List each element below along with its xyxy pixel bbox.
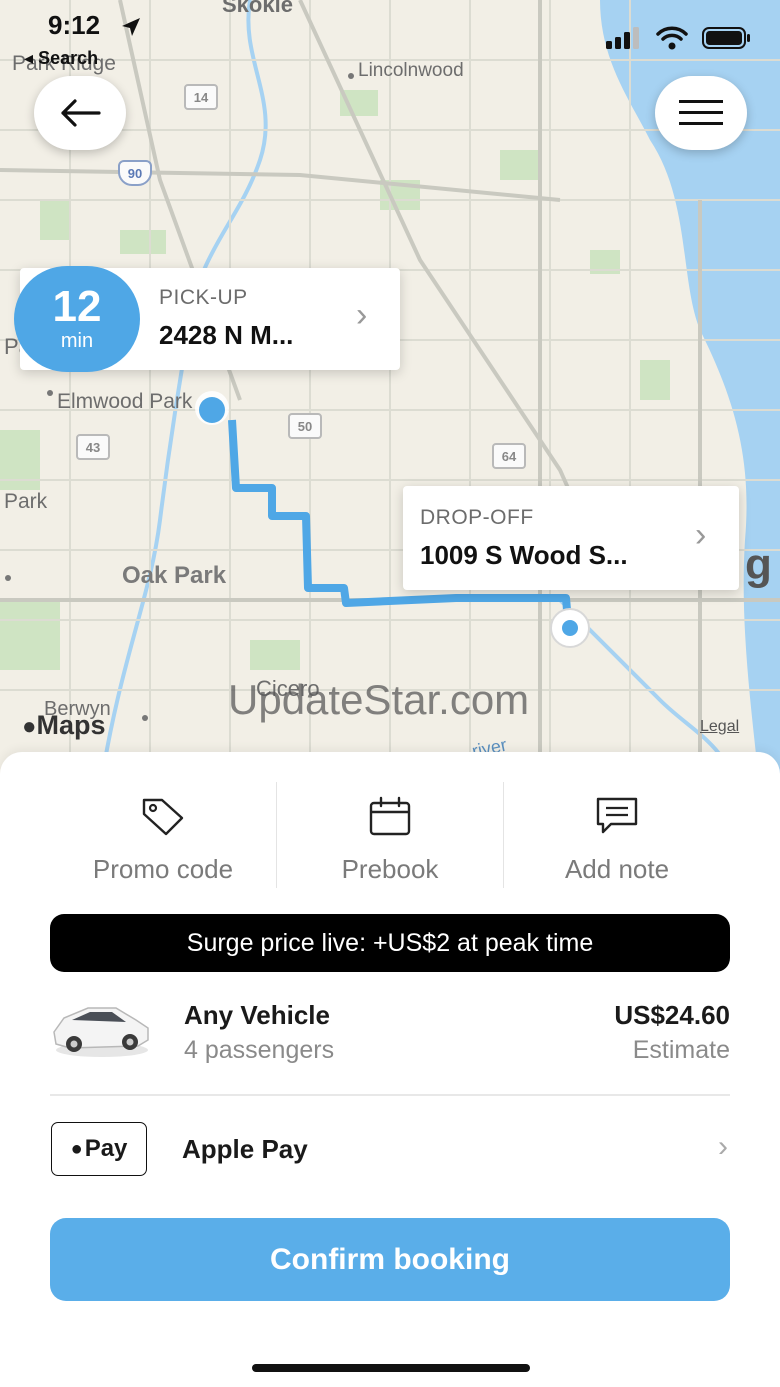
status-time: 9:12 [48, 10, 101, 40]
highway-43-shield: 43 [76, 434, 110, 460]
tag-icon [142, 798, 184, 836]
apple-logo-icon: ● [70, 1137, 83, 1160]
dropoff-address: 1009 S Wood S... [420, 540, 628, 570]
eta-unit: min [60, 330, 94, 352]
vehicle-price: US$24.60 [614, 1000, 730, 1030]
status-back-label: Search [38, 48, 99, 68]
place-elmwood-park: Elmwood Park [57, 390, 193, 413]
vehicle-row[interactable]: Any Vehicle 4 passengers US$24.60 Estima… [50, 992, 730, 1092]
watermark: UpdateStar.com [228, 676, 530, 723]
cellular-signal-icon [606, 27, 639, 49]
dropoff-card[interactable]: DROP-OFF 1009 S Wood S... › [403, 486, 739, 590]
surge-banner: Surge price live: +US$2 at peak time [50, 914, 730, 972]
place-lincolnwood: Lincolnwood [358, 60, 464, 81]
apple-logo-icon: ● [22, 713, 37, 740]
eta-badge: 12 min [14, 266, 140, 372]
dropoff-chevron-icon: › [695, 516, 707, 554]
place-chicago-fragment: g [745, 540, 772, 589]
eta-value: 12 [52, 282, 102, 331]
arrow-left-icon [61, 99, 101, 127]
prebook-label: Prebook [341, 854, 439, 884]
promo-code-button[interactable]: Promo code [50, 782, 276, 888]
apple-pay-badge-text: Pay [84, 1135, 128, 1162]
status-icons [606, 26, 752, 50]
prebook-button[interactable]: Prebook [276, 782, 503, 888]
back-button[interactable] [34, 76, 126, 150]
status-back-link[interactable]: ◂ Search [24, 48, 98, 69]
booking-sheet: Promo code Prebook Add note Surge price … [0, 752, 780, 1387]
home-indicator [252, 1364, 530, 1372]
divider [50, 1094, 730, 1096]
payment-method-row[interactable]: ● Pay Apple Pay › [50, 1120, 730, 1180]
dropoff-label: DROP-OFF [420, 506, 534, 529]
map-view[interactable]: Skokie Park Ridge Lincolnwood Pa Elmwood… [0, 0, 780, 790]
apple-maps-logo: ●Maps [22, 710, 106, 741]
legal-link[interactable]: Legal [700, 718, 739, 736]
vehicle-passengers: 4 passengers [184, 1036, 335, 1064]
menu-button[interactable] [655, 76, 747, 150]
interstate-90-shield: 90 [118, 160, 152, 186]
place-skokie: Skokie [222, 0, 293, 17]
vehicle-price-note: Estimate [632, 1036, 730, 1064]
payment-method-label: Apple Pay [182, 1134, 308, 1164]
place-park: Park [4, 490, 48, 513]
confirm-booking-button[interactable]: Confirm booking [50, 1218, 730, 1301]
promo-code-label: Promo code [92, 854, 234, 884]
highway-64-shield: 64 [492, 443, 526, 469]
booking-options: Promo code Prebook Add note [50, 782, 730, 888]
place-oak-park: Oak Park [122, 562, 227, 589]
calendar-icon [369, 796, 411, 836]
back-triangle-icon: ◂ [24, 48, 34, 68]
apple-pay-badge: ● Pay [51, 1122, 147, 1176]
pickup-label: PICK-UP [159, 286, 248, 309]
pickup-chevron-icon: › [356, 296, 368, 334]
location-arrow-icon [122, 18, 140, 36]
pickup-address: 2428 N M... [159, 320, 294, 350]
car-image [53, 1007, 149, 1057]
payment-chevron-icon: › [718, 1130, 728, 1163]
hamburger-menu-icon [679, 100, 723, 125]
add-note-label: Add note [564, 854, 670, 884]
add-note-button[interactable]: Add note [503, 782, 730, 888]
wifi-icon [656, 26, 688, 50]
highway-50-shield: 50 [288, 413, 322, 439]
vehicle-name: Any Vehicle [184, 1000, 330, 1030]
note-bubble-icon [596, 797, 638, 834]
highway-14-shield: 14 [184, 84, 218, 110]
battery-icon [702, 27, 750, 49]
maps-provider-label: Maps [36, 710, 106, 740]
